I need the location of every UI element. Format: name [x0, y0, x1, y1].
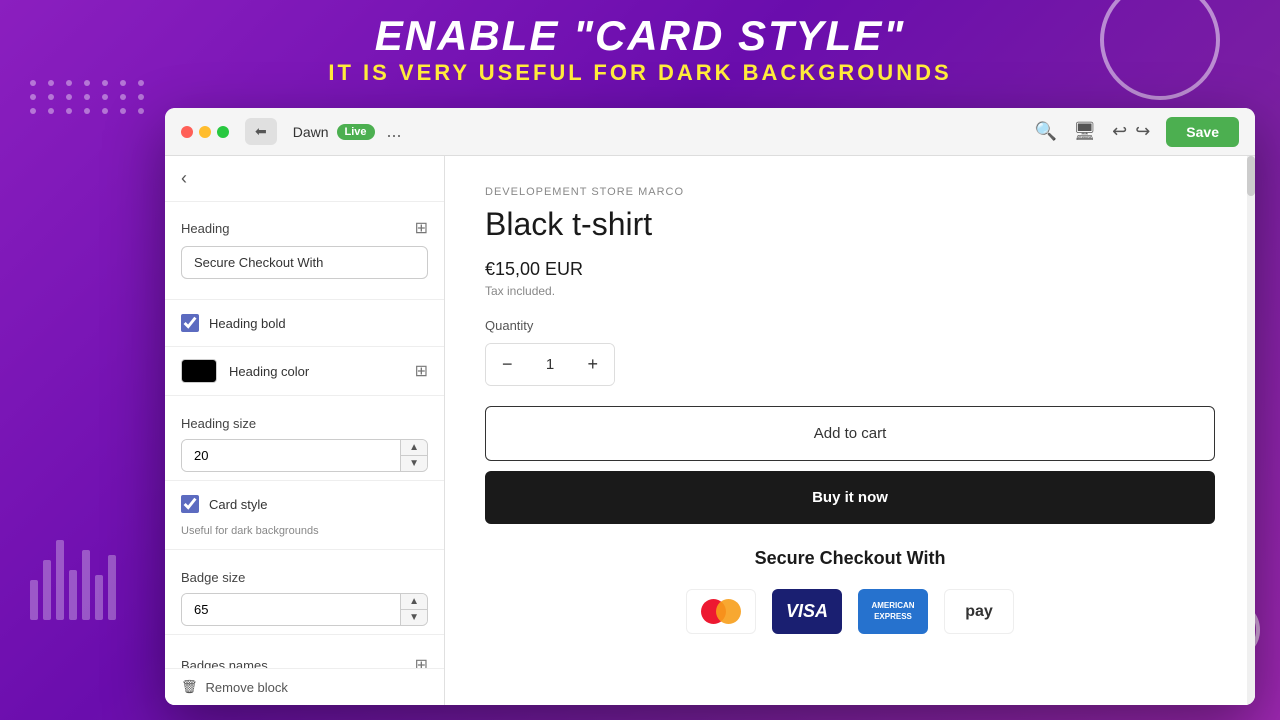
heading-size-label: Heading size	[181, 416, 428, 431]
divider-6	[165, 634, 444, 635]
buy-now-button[interactable]: Buy it now	[485, 471, 1215, 524]
browser-content: ‹ Heading ⊞ Heading bold Heading color	[165, 156, 1255, 705]
divider-2	[165, 346, 444, 347]
tax-text: Tax included.	[485, 284, 1215, 298]
preview-scrollbar-thumb[interactable]	[1247, 156, 1255, 196]
back-icon: ⬅	[255, 123, 267, 140]
heading-color-row: Heading color ⊞	[165, 351, 444, 391]
card-style-row: Card style	[165, 485, 444, 523]
product-page: DEVELOPEMENT STORE MARCO Black t-shirt €…	[445, 156, 1255, 705]
theme-tab: Dawn Live	[293, 124, 375, 140]
amex-badge: AMERICANEXPRESS	[858, 589, 928, 634]
badge-size-input-wrapper: ▲ ▼	[181, 593, 428, 626]
browser-dots	[181, 126, 229, 138]
badge-size-spinners: ▲ ▼	[400, 594, 427, 625]
badge-size-section: Badge size ▲ ▼	[165, 554, 444, 630]
more-options-button[interactable]: ...	[387, 121, 402, 142]
redo-icon[interactable]: ↪	[1135, 121, 1150, 142]
heading-input[interactable]	[181, 246, 428, 279]
divider-3	[165, 395, 444, 396]
heading-size-up[interactable]: ▲	[401, 440, 427, 456]
card-style-label: Card style	[209, 497, 268, 512]
divider-5	[165, 549, 444, 550]
heading-size-section: Heading size ▲ ▼	[165, 400, 444, 476]
save-button[interactable]: Save	[1166, 117, 1239, 147]
quantity-label: Quantity	[485, 318, 1215, 333]
amazon-pay-badge: pay	[944, 589, 1014, 634]
checkout-heading: Secure Checkout With	[485, 548, 1215, 569]
preview-scrollbar[interactable]	[1247, 156, 1255, 705]
remove-block-label: Remove block	[206, 680, 288, 695]
badge-size-label: Badge size	[181, 570, 428, 585]
maximize-dot[interactable]	[217, 126, 229, 138]
amex-text: AMERICANEXPRESS	[871, 601, 914, 622]
visa-badge: VISA	[772, 589, 842, 634]
preview-area: DEVELOPEMENT STORE MARCO Black t-shirt €…	[445, 156, 1255, 705]
heading-settings-icon[interactable]: ⊞	[415, 218, 428, 238]
heading-color-swatch[interactable]	[181, 359, 217, 383]
mc-circle-right	[716, 599, 741, 624]
top-banner: Enable "Card style" It is very useful fo…	[0, 0, 1280, 94]
badge-size-up[interactable]: ▲	[401, 594, 427, 610]
heading-size-input[interactable]	[182, 440, 400, 471]
card-style-hint: Useful for dark backgrounds	[165, 523, 444, 545]
remove-block-row[interactable]: 🗑 Remove block	[165, 668, 444, 705]
divider-1	[165, 299, 444, 300]
heading-size-input-wrapper: ▲ ▼	[181, 439, 428, 472]
visa-text: VISA	[786, 601, 828, 622]
live-badge: Live	[337, 124, 375, 140]
heading-size-spinners: ▲ ▼	[400, 440, 427, 471]
banner-subtitle: It is very useful for dark backgrounds	[0, 60, 1280, 86]
badge-size-input[interactable]	[182, 594, 400, 625]
heading-bold-label: Heading bold	[209, 316, 286, 331]
product-title: Black t-shirt	[485, 206, 1215, 243]
product-price: €15,00 EUR	[485, 259, 1215, 280]
card-style-checkbox[interactable]	[181, 495, 199, 513]
undo-redo-group: ↩ ↪	[1112, 121, 1150, 142]
badge-size-down[interactable]: ▼	[401, 610, 427, 625]
bg-bars-left	[30, 540, 116, 620]
nav-back-button[interactable]: ⬅	[245, 118, 277, 145]
browser-actions: 🔍 🖥 ↩ ↪ Save	[1035, 117, 1239, 147]
heading-color-label: Heading color	[229, 364, 309, 379]
browser-nav: Dawn Live ...	[293, 121, 1019, 142]
trash-icon: 🗑	[181, 679, 198, 695]
payment-badges: VISA AMERICANEXPRESS pay	[485, 589, 1215, 634]
quantity-increase-button[interactable]: +	[571, 344, 614, 385]
add-to-cart-button[interactable]: Add to cart	[485, 406, 1215, 461]
sidebar-panel: ‹ Heading ⊞ Heading bold Heading color	[165, 156, 445, 705]
amazon-pay-text: pay	[965, 603, 993, 621]
heading-bold-row: Heading bold	[165, 304, 444, 342]
close-dot[interactable]	[181, 126, 193, 138]
banner-title: Enable "Card style"	[0, 12, 1280, 60]
sidebar-back-button[interactable]: ‹	[165, 156, 444, 202]
browser-window: ⬅ Dawn Live ... 🔍 🖥 ↩ ↪ Save ‹	[165, 108, 1255, 705]
monitor-icon[interactable]: 🖥	[1073, 121, 1096, 142]
mastercard-logo	[701, 599, 741, 624]
minimize-dot[interactable]	[199, 126, 211, 138]
quantity-value: 1	[529, 356, 572, 373]
heading-color-icon[interactable]: ⊞	[415, 361, 428, 381]
search-icon[interactable]: 🔍	[1035, 121, 1057, 142]
browser-chrome: ⬅ Dawn Live ... 🔍 🖥 ↩ ↪ Save	[165, 108, 1255, 156]
quantity-decrease-button[interactable]: −	[486, 344, 529, 385]
undo-icon[interactable]: ↩	[1112, 121, 1127, 142]
divider-4	[165, 480, 444, 481]
heading-section: Heading ⊞	[165, 202, 444, 295]
heading-size-down[interactable]: ▼	[401, 456, 427, 471]
store-name: DEVELOPEMENT STORE MARCO	[485, 186, 1215, 198]
theme-name: Dawn	[293, 124, 329, 140]
heading-bold-checkbox[interactable]	[181, 314, 199, 332]
mastercard-badge	[686, 589, 756, 634]
heading-label: Heading ⊞	[181, 218, 428, 238]
quantity-control: − 1 +	[485, 343, 615, 386]
